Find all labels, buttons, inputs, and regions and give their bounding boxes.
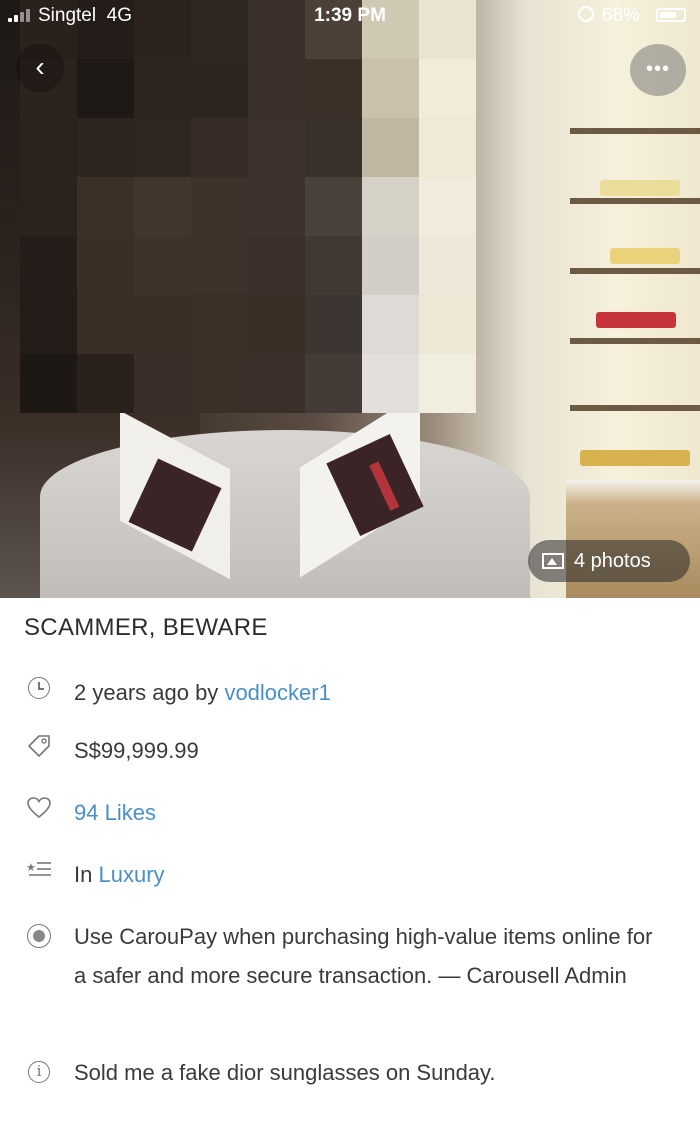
- mosaic-block: [77, 118, 134, 177]
- pixelated-face: [20, 0, 476, 413]
- mosaic-block: [248, 295, 305, 354]
- mosaic-block: [248, 354, 305, 413]
- mosaic-block: [191, 236, 248, 295]
- posted-time: 2 years ago by: [74, 680, 219, 705]
- admin-notice-row: Use CarouPay when purchasing high-value …: [24, 917, 664, 995]
- mosaic-block: [419, 295, 476, 354]
- alarm-icon: [578, 6, 594, 22]
- posted-row: 2 years ago by vodlocker1: [24, 673, 331, 712]
- mosaic-block: [305, 354, 362, 413]
- mosaic-block: [134, 177, 191, 236]
- mosaic-block: [191, 295, 248, 354]
- admin-notice: Use CarouPay when purchasing high-value …: [74, 924, 653, 988]
- carousell-badge-icon: [27, 924, 51, 948]
- mosaic-block: [419, 118, 476, 177]
- category-list-icon: ★: [26, 861, 51, 876]
- mosaic-block: [77, 295, 134, 354]
- back-button[interactable]: ‹: [16, 44, 64, 92]
- seller-link[interactable]: vodlocker1: [224, 680, 330, 705]
- mosaic-block: [20, 236, 77, 295]
- battery-icon: [656, 8, 686, 22]
- chevron-left-icon: ‹: [35, 51, 45, 82]
- mosaic-block: [362, 354, 419, 413]
- info-icon: i: [28, 1061, 50, 1083]
- photo-shirt: [40, 430, 530, 598]
- mosaic-block: [191, 59, 248, 118]
- price-tag-icon: [28, 735, 50, 757]
- mosaic-block: [305, 177, 362, 236]
- mosaic-block: [419, 177, 476, 236]
- svg-text:★: ★: [26, 861, 36, 874]
- more-options-button[interactable]: •••: [630, 44, 686, 96]
- mosaic-block: [248, 177, 305, 236]
- category-prefix: In: [74, 862, 93, 887]
- category-link[interactable]: Luxury: [98, 862, 164, 887]
- photo-count-badge[interactable]: 4 photos: [528, 540, 690, 582]
- heart-icon: [27, 797, 51, 819]
- mosaic-block: [20, 354, 77, 413]
- likes-count[interactable]: 94 Likes: [74, 793, 156, 832]
- mosaic-block: [362, 236, 419, 295]
- mosaic-block: [362, 59, 419, 118]
- mosaic-block: [134, 295, 191, 354]
- mosaic-block: [20, 118, 77, 177]
- mosaic-block: [248, 59, 305, 118]
- mosaic-block: [419, 59, 476, 118]
- gallery-icon: [542, 553, 564, 569]
- mosaic-block: [20, 177, 77, 236]
- photo-count-label: 4 photos: [574, 549, 651, 572]
- mosaic-block: [362, 118, 419, 177]
- mosaic-block: [77, 236, 134, 295]
- mosaic-block: [362, 295, 419, 354]
- mosaic-block: [305, 295, 362, 354]
- description-row: i Sold me a fake dior sunglasses on Sund…: [24, 1053, 664, 1092]
- mosaic-block: [77, 354, 134, 413]
- mosaic-block: [20, 295, 77, 354]
- mosaic-block: [134, 236, 191, 295]
- mosaic-block: [419, 354, 476, 413]
- mosaic-block: [77, 59, 134, 118]
- status-time: 1:39 PM: [314, 5, 386, 26]
- mosaic-block: [419, 236, 476, 295]
- mosaic-block: [191, 177, 248, 236]
- mosaic-block: [248, 236, 305, 295]
- mosaic-block: [191, 354, 248, 413]
- clock-icon: [28, 677, 50, 699]
- mosaic-block: [362, 177, 419, 236]
- price: S$99,999.99: [74, 738, 199, 763]
- listing-photo[interactable]: 4 photos: [0, 0, 700, 598]
- category-row: ★ In Luxury: [24, 855, 165, 894]
- mosaic-block: [305, 59, 362, 118]
- description: Sold me a fake dior sunglasses on Sunday…: [74, 1060, 496, 1085]
- mosaic-block: [134, 59, 191, 118]
- mosaic-block: [305, 236, 362, 295]
- listing-title: SCAMMER, BEWARE: [24, 614, 268, 641]
- status-bar: Singtel 4G 1:39 PM 68%: [0, 0, 700, 32]
- mosaic-block: [305, 118, 362, 177]
- price-row: S$99,999.99: [24, 731, 199, 770]
- mosaic-block: [77, 177, 134, 236]
- mosaic-block: [134, 354, 191, 413]
- more-dots-icon: •••: [645, 58, 670, 80]
- mosaic-block: [191, 118, 248, 177]
- likes-row[interactable]: 94 Likes: [24, 793, 156, 832]
- mosaic-block: [248, 118, 305, 177]
- mosaic-block: [134, 118, 191, 177]
- battery-percent: 68%: [602, 5, 641, 26]
